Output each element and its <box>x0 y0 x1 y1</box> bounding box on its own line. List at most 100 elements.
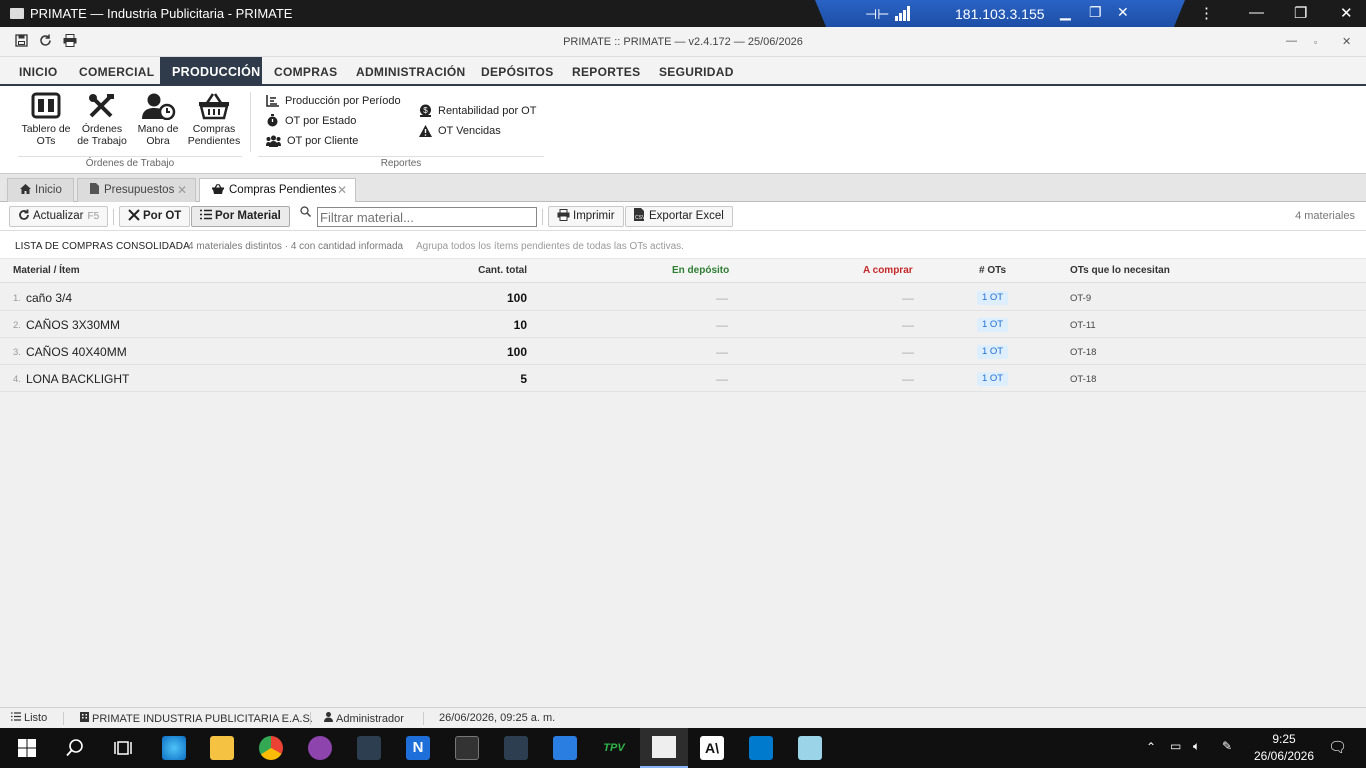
table-row[interactable]: 1. caño 3/4 100— —1 OT OT-9 <box>0 284 1366 311</box>
minimize-icon[interactable]: — <box>1249 4 1264 21</box>
col-qty[interactable]: Cant. total <box>478 265 527 276</box>
col-ot-list[interactable]: OTs que lo necesitan <box>1070 265 1170 276</box>
list-icon <box>200 209 212 220</box>
app-notes-icon[interactable] <box>798 736 822 760</box>
filter-material-input[interactable] <box>317 207 537 227</box>
table-row[interactable]: 4. LONA BACKLIGHT 5— —1 OT OT-18 <box>0 365 1366 392</box>
file-explorer-icon[interactable] <box>210 736 234 760</box>
close-tab-icon[interactable]: ✕ <box>337 179 347 201</box>
app-bolt-icon[interactable] <box>357 736 381 760</box>
print-icon <box>557 209 570 221</box>
windows-start-icon[interactable] <box>18 739 36 760</box>
volume-icon[interactable]: 🔈︎ <box>1193 739 1200 754</box>
table-row[interactable]: 3. CAÑOS 40X40MM 100— —1 OT OT-18 <box>0 338 1366 365</box>
menu-administracion[interactable]: ADMINISTRACIÓN <box>344 57 478 86</box>
notifications-icon[interactable]: 🗨︎ <box>1328 738 1347 756</box>
refresh-button[interactable]: Actualizar F5 <box>9 206 109 227</box>
app-n-icon[interactable]: N <box>406 736 430 760</box>
chrome-icon[interactable] <box>259 736 283 760</box>
status-company: PRIMATE INDUSTRIA PUBLICITARIA E.A.S. <box>80 712 313 725</box>
pen-icon[interactable]: ✎ <box>1222 739 1232 753</box>
rdp-minimize-icon[interactable]: ▁ <box>1060 4 1071 21</box>
report-rentabilidad-ot[interactable]: $ Rentabilidad por OT <box>419 103 536 119</box>
menu-produccion[interactable]: PRODUCCIÓN <box>160 57 262 86</box>
by-material-button[interactable]: Por Material <box>191 206 290 227</box>
compras-pendientes-button[interactable]: Compras Pendientes <box>186 92 242 147</box>
menu-depositos[interactable]: DEPÓSITOS <box>469 57 566 86</box>
menu-reportes[interactable]: REPORTES <box>560 57 652 86</box>
list-summary: 4 materiales distintos · 4 con cantidad … <box>188 241 404 252</box>
pin-icon[interactable]: ⊣⊢ <box>865 6 889 23</box>
user-clock-icon <box>142 93 176 120</box>
home-icon <box>20 184 31 194</box>
app-title-bar: PRIMATE :: PRIMATE — v2.4.172 — 25/06/20… <box>0 27 1366 57</box>
primate-task[interactable] <box>640 728 688 768</box>
col-stock[interactable]: En depósito <box>672 265 729 276</box>
materials-count: 4 materiales <box>1295 210 1355 222</box>
col-buy[interactable]: A comprar <box>863 265 913 276</box>
app-minimize-button[interactable]: — <box>1286 35 1297 47</box>
ribbon: Tablero de OTs Órdenes de Trabajo Mano de O… <box>0 86 1366 174</box>
document-icon <box>90 183 99 194</box>
basket-icon <box>212 183 224 194</box>
status-state: Listo <box>11 712 47 724</box>
report-ot-cliente[interactable]: OT por Cliente <box>266 133 358 149</box>
menu-inicio[interactable]: INICIO <box>7 57 69 86</box>
print-button[interactable]: Imprimir <box>548 206 624 227</box>
ordenes-trabajo-button[interactable]: Órdenes de Trabajo <box>76 92 128 147</box>
app-a-icon[interactable]: A\ <box>700 736 724 760</box>
report-produccion-periodo[interactable]: Producción por Período <box>266 93 401 109</box>
warning-icon <box>419 125 432 137</box>
github-icon[interactable] <box>308 736 332 760</box>
rdp-restore-icon[interactable]: ❐ <box>1089 4 1102 21</box>
table-header: Material / Ítem Cant. total En depósito … <box>0 259 1366 283</box>
app-close-button[interactable]: ✕ <box>1342 35 1351 48</box>
terminal-icon[interactable] <box>455 736 479 760</box>
export-excel-button[interactable]: CSV Exportar Excel <box>625 206 733 227</box>
ots-badge: 1 OT <box>977 318 1009 332</box>
tab-inicio[interactable]: Inicio <box>7 178 74 202</box>
clock-time[interactable]: 9:25 <box>1254 732 1314 746</box>
close-tab-icon[interactable]: ✕ <box>177 179 187 201</box>
search-icon <box>300 206 312 220</box>
tablero-ots-button[interactable]: Tablero de OTs <box>18 92 74 147</box>
table-row[interactable]: 2. CAÑOS 3X30MM 10— —1 OT OT-11 <box>0 311 1366 338</box>
refresh-icon <box>19 209 29 220</box>
menu-compras[interactable]: COMPRAS <box>262 57 349 86</box>
tab-compras-pendientes[interactable]: Compras Pendientes ✕ <box>199 178 356 203</box>
col-material[interactable]: Material / Ítem <box>13 265 80 276</box>
by-ot-button[interactable]: Por OT <box>119 206 191 227</box>
report-ot-vencidas[interactable]: OT Vencidas <box>419 123 501 139</box>
toolbar: ActualizarF5 Por OT Por Material Imprimi… <box>0 202 1366 231</box>
list-title: LISTA DE COMPRAS CONSOLIDADA <box>15 241 190 252</box>
ots-badge: 1 OT <box>977 372 1009 386</box>
internet-explorer-icon[interactable] <box>162 736 186 760</box>
col-ots[interactable]: # OTs <box>979 265 1006 276</box>
report-ot-estado[interactable]: OT por Estado <box>266 113 356 129</box>
basket-icon <box>199 93 229 120</box>
main-menu: INICIO COMERCIAL PRODUCCIÓN COMPRAS ADMI… <box>0 57 1366 86</box>
vscode-icon[interactable] <box>749 736 773 760</box>
taskbar: N TPV A\ ⌃ ▭ 🔈︎ ✎ 9:25 26/06/2026 🗨︎ <box>0 728 1366 768</box>
tpv-icon[interactable]: TPV <box>602 736 626 760</box>
more-options-icon[interactable]: ⋮ <box>1199 4 1214 22</box>
restore-icon[interactable]: ❐ <box>1294 4 1307 22</box>
search-icon[interactable] <box>66 739 84 760</box>
menu-seguridad[interactable]: SEGURIDAD <box>647 57 746 86</box>
chevron-up-icon[interactable]: ⌃ <box>1146 740 1156 754</box>
clock-date[interactable]: 26/06/2026 <box>1248 749 1320 763</box>
network-icon[interactable]: ▭ <box>1170 739 1181 753</box>
app-maximize-button[interactable]: ▫ <box>1314 37 1317 47</box>
svg-text:CSV: CSV <box>635 215 646 221</box>
task-view-icon[interactable] <box>114 739 132 760</box>
status-datetime: 26/06/2026, 09:25 a. m. <box>439 712 556 724</box>
rdp-close-icon[interactable]: ✕ <box>1117 4 1129 21</box>
menu-comercial[interactable]: COMERCIAL <box>67 57 166 86</box>
tab-presupuestos[interactable]: Presupuestos ✕ <box>77 178 196 202</box>
close-icon[interactable]: ✕ <box>1340 4 1353 22</box>
app-z-icon[interactable] <box>553 736 577 760</box>
mano-de-obra-button[interactable]: Mano de Obra <box>134 92 182 147</box>
group-label-reportes: Reportes <box>380 158 422 169</box>
primate-icon <box>652 736 676 758</box>
app-bolt-icon[interactable] <box>504 736 528 760</box>
